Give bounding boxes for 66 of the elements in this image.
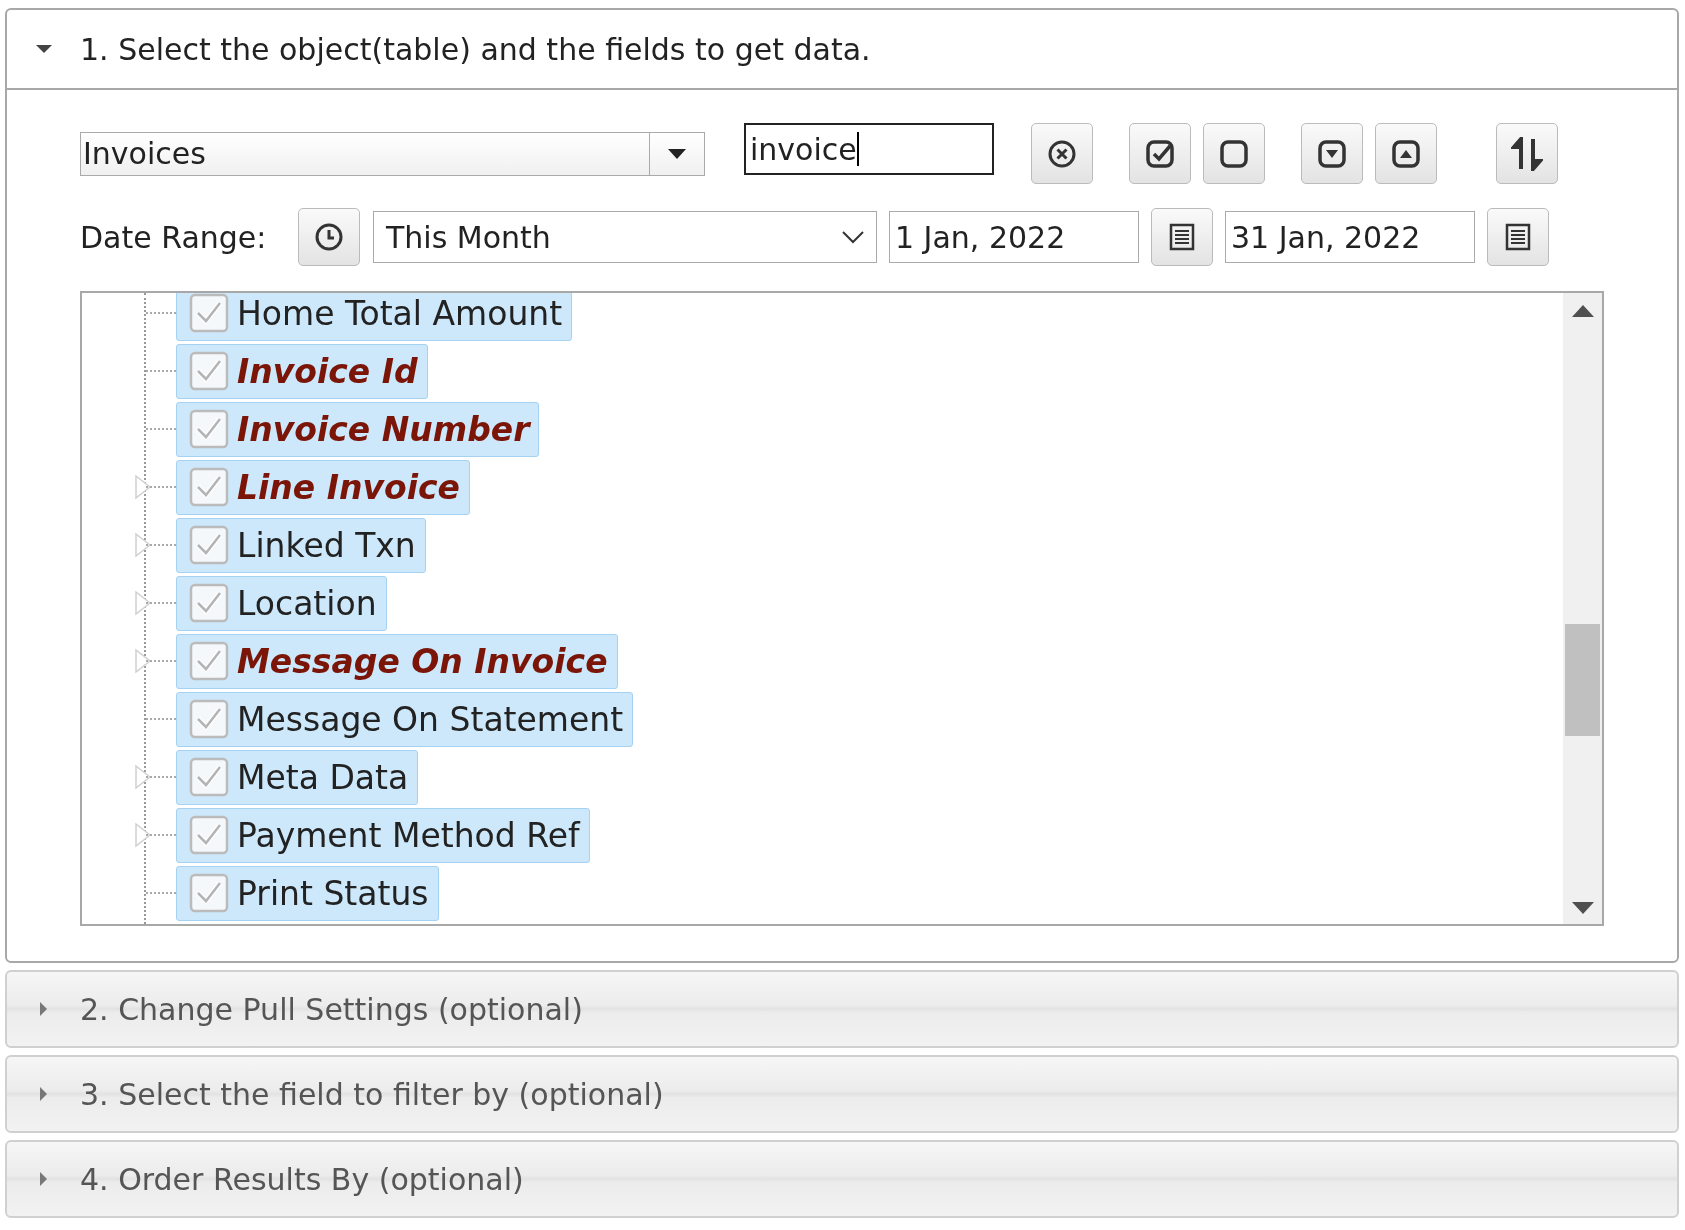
- clear-button[interactable]: [1031, 123, 1093, 184]
- field-node[interactable]: Message On Statement: [176, 691, 634, 747]
- section-title: 2. Change Pull Settings (optional): [80, 991, 583, 1027]
- section-title: 1. Select the object(table) and the fields to get data.: [80, 31, 871, 67]
- field-node[interactable]: Message On Invoice: [176, 633, 618, 689]
- checked-checkbox-icon[interactable]: [189, 641, 229, 681]
- field-node[interactable]: Line Invoice: [176, 459, 470, 515]
- calendar-button[interactable]: [1151, 208, 1213, 266]
- checked-checkbox-icon[interactable]: [189, 699, 229, 739]
- section-header[interactable]: 1. Select the object(table) and the fields to get data.: [7, 10, 1677, 90]
- checked-checkbox-icon[interactable]: [189, 525, 229, 565]
- object-dropdown[interactable]: Invoices: [80, 132, 705, 176]
- checked-box-icon: [1145, 138, 1175, 169]
- calendar-icon: [1167, 222, 1197, 252]
- field-node[interactable]: Invoice Id: [176, 343, 428, 399]
- sort-arrows-icon: [1511, 136, 1543, 171]
- field-node[interactable]: Home Total Amount: [176, 293, 573, 341]
- field-node[interactable]: Linked Txn: [176, 517, 426, 573]
- field-node[interactable]: Invoice Number: [176, 401, 540, 457]
- uncheck-all-button[interactable]: [1203, 123, 1265, 184]
- expand-arrow-icon[interactable]: [134, 822, 152, 848]
- check-all-button[interactable]: [1129, 123, 1191, 184]
- section-title: 4. Order Results By (optional): [80, 1161, 524, 1197]
- caret-box-up-icon: [1391, 138, 1421, 169]
- section-header[interactable]: 2. Change Pull Settings (optional): [5, 970, 1679, 1048]
- section-header[interactable]: 3. Select the field to filter by (optional): [5, 1055, 1679, 1133]
- expand-arrow-icon[interactable]: [134, 648, 152, 674]
- scroll-thumb[interactable]: [1565, 624, 1600, 736]
- section-title: 3. Select the field to filter by (optional): [80, 1076, 664, 1112]
- checked-checkbox-icon[interactable]: [189, 409, 229, 449]
- search-field[interactable]: invoice: [744, 123, 994, 175]
- checked-checkbox-icon[interactable]: [189, 583, 229, 623]
- caret-box-down-icon: [1317, 138, 1347, 169]
- field-node[interactable]: Payment Method Ref: [176, 807, 590, 863]
- expand-arrow-icon[interactable]: [134, 764, 152, 790]
- caret-down-icon: [668, 149, 686, 159]
- checked-checkbox-icon[interactable]: [189, 757, 229, 797]
- field-node[interactable]: Location: [176, 575, 387, 631]
- collapse-all-button[interactable]: [1375, 123, 1437, 184]
- sort-button[interactable]: [1496, 123, 1558, 184]
- checked-checkbox-icon[interactable]: [189, 351, 229, 391]
- clock-icon: [314, 222, 344, 252]
- calendar-button[interactable]: [1487, 208, 1549, 266]
- end-date-field[interactable]: 31 Jan, 2022: [1225, 211, 1475, 263]
- expand-arrow-icon[interactable]: [134, 474, 152, 500]
- checked-checkbox-icon[interactable]: [189, 873, 229, 913]
- scroll-up-icon[interactable]: [1571, 305, 1594, 317]
- expand-all-button[interactable]: [1301, 123, 1363, 184]
- scrollbar[interactable]: [1563, 293, 1602, 924]
- square-icon: [1219, 138, 1249, 169]
- date-preset-dropdown[interactable]: This Month: [373, 211, 877, 263]
- start-date-field[interactable]: 1 Jan, 2022: [889, 211, 1139, 263]
- section-header[interactable]: 4. Order Results By (optional): [5, 1140, 1679, 1218]
- scroll-down-icon[interactable]: [1571, 902, 1594, 914]
- date-range-label: Date Range:: [80, 219, 268, 255]
- chevron-down-icon: [842, 230, 864, 244]
- clock-button[interactable]: [298, 208, 360, 266]
- checked-checkbox-icon[interactable]: [189, 467, 229, 507]
- calendar-icon: [1503, 222, 1533, 252]
- close-icon: [1047, 138, 1077, 169]
- expand-arrow-icon[interactable]: [134, 532, 152, 558]
- checked-checkbox-icon[interactable]: [189, 293, 229, 333]
- field-node[interactable]: Print Status: [176, 865, 439, 921]
- expand-arrow-icon[interactable]: [134, 590, 152, 616]
- field-node[interactable]: Meta Data: [176, 749, 419, 805]
- checked-checkbox-icon[interactable]: [189, 815, 229, 855]
